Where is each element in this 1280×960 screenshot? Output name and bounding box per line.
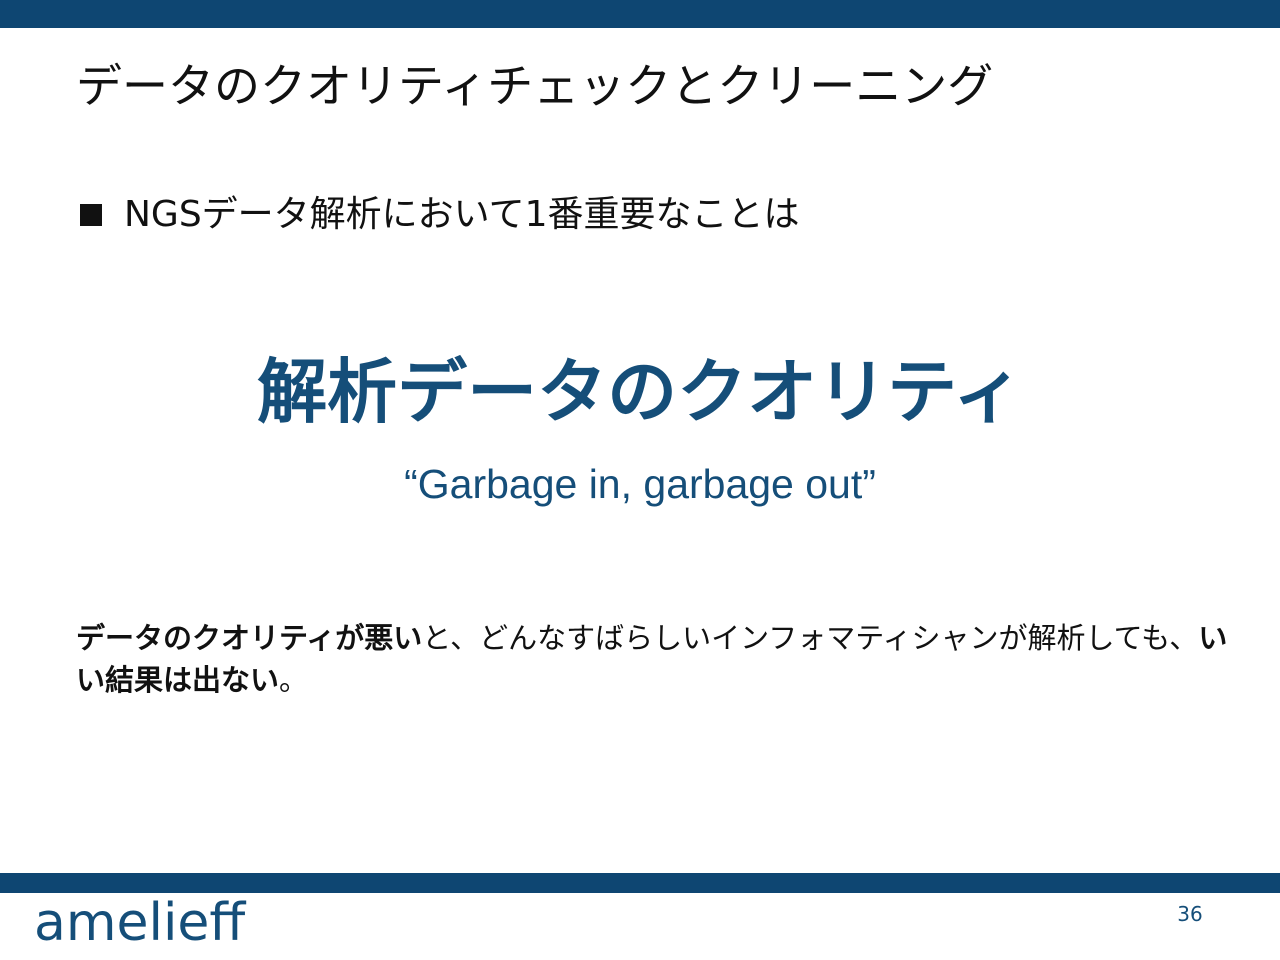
bullet-text: NGSデータ解析において1番重要なことは [124,194,800,235]
bullet-item: NGSデータ解析において1番重要なことは [80,192,800,238]
square-bullet-icon [80,204,102,226]
note-text-1: と、どんなすばらしいインフォマティシャンが解析しても、 [422,621,1199,655]
page-number: 36 [1177,902,1203,926]
note-paragraph: データのクオリティが悪いと、どんなすばらしいインフォマティシャンが解析しても、い… [76,617,1236,701]
key-message-headline: 解析データのクオリティ [257,351,1023,433]
quote-text: “Garbage in, garbage out” [404,461,876,507]
note-emphasis-1: データのクオリティが悪い [76,621,423,655]
top-accent-bar [0,0,1280,28]
amelieff-logo: amelieff [34,893,246,953]
note-text-2: 。 [279,663,309,697]
slide-title: データのクオリティチェックとクリーニング [76,59,994,113]
